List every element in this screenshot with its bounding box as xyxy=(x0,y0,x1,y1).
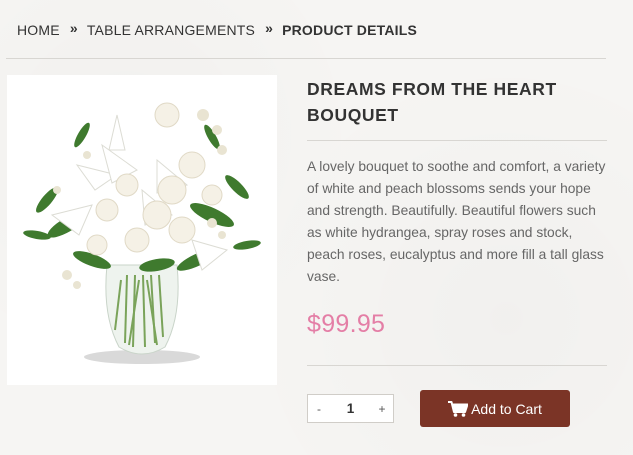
divider xyxy=(6,58,606,59)
product-image[interactable] xyxy=(7,75,277,385)
add-to-cart-button[interactable]: Add to Cart xyxy=(420,390,570,427)
breadcrumb-category-link[interactable]: TABLE ARRANGEMENTS xyxy=(87,22,255,38)
add-to-cart-label: Add to Cart xyxy=(471,400,542,417)
product-title: DREAMS FROM THE HEART BOUQUET xyxy=(307,79,557,125)
quantity-value[interactable]: 1 xyxy=(347,401,355,416)
quantity-decrement-button[interactable]: - xyxy=(308,402,330,416)
quantity-increment-button[interactable]: + xyxy=(371,402,393,416)
breadcrumb-separator: » xyxy=(265,20,274,36)
shopping-cart-icon xyxy=(448,400,469,417)
breadcrumb-separator: » xyxy=(69,20,78,36)
breadcrumb-current: PRODUCT DETAILS xyxy=(282,22,418,38)
divider xyxy=(307,140,607,141)
flower-bouquet-image xyxy=(23,102,261,364)
breadcrumb-home-link[interactable]: HOME xyxy=(17,22,60,38)
breadcrumb: HOME » TABLE ARRANGEMENTS » PRODUCT DETA… xyxy=(17,20,418,38)
product-description: A lovely bouquet to soothe and comfort, … xyxy=(307,159,606,284)
product-price: $99.95 xyxy=(307,310,386,338)
divider xyxy=(307,365,607,366)
product-detail-page: HOME » TABLE ARRANGEMENTS » PRODUCT DETA… xyxy=(0,0,633,455)
quantity-stepper: - 1 + xyxy=(307,394,394,423)
